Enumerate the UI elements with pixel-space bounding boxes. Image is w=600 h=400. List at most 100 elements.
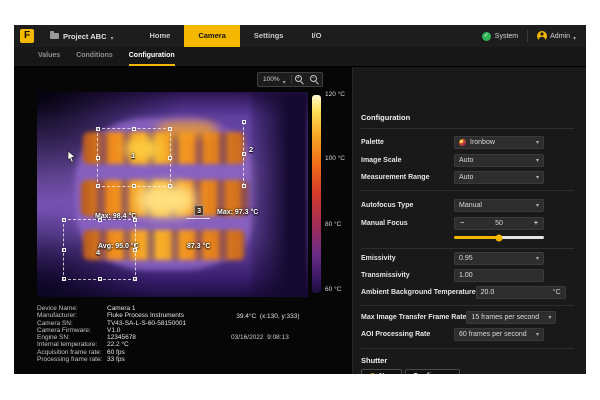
configuration-panel: Configuration Palette Ironbow Image Scal… [352, 67, 586, 374]
device-info-value: 33 fps [107, 356, 125, 363]
row-manual-focus: Manual Focus − 50 + [361, 216, 544, 230]
roi-handle[interactable] [98, 277, 102, 281]
folder-icon [50, 33, 59, 39]
colorbar-label-60: 60 °C [325, 286, 341, 293]
nav-tab-home[interactable]: Home [136, 25, 185, 47]
manual-focus-label: Manual Focus [361, 220, 408, 227]
roi-handle[interactable] [132, 184, 136, 188]
max-frame-rate-label: Max Image Transfer Frame Rate [361, 314, 466, 321]
autofocus-type-label: Autofocus Type [361, 202, 413, 209]
manual-focus-slider[interactable] [454, 236, 544, 239]
roi-handle[interactable] [62, 248, 66, 252]
roi-handle[interactable] [62, 218, 66, 222]
chevron-down-icon [110, 27, 113, 45]
roi-handle[interactable] [98, 218, 102, 222]
colorbar-label-100: 100 °C [325, 155, 345, 162]
roi-handle[interactable] [133, 277, 137, 281]
aoi-processing-rate-select[interactable]: 60 frames per second [454, 328, 544, 341]
row-measurement-range: Measurement Range Auto [361, 170, 544, 184]
zoom-level-select[interactable]: 100% [258, 73, 291, 86]
chevron-down-icon [548, 314, 551, 321]
roi-3-number[interactable]: 3 [194, 205, 204, 216]
row-image-scale: Image Scale Auto [361, 153, 544, 167]
nav-tab-io[interactable]: I/O [297, 25, 335, 47]
fluke-logo: F [20, 29, 34, 43]
shutter-configure-button[interactable]: Configure... [405, 369, 460, 374]
cursor-pointer-icon [67, 150, 76, 163]
user-name: Admin [550, 33, 570, 40]
device-info-label: Internal temperature: [37, 341, 107, 348]
nav-tab-camera[interactable]: Camera [184, 25, 240, 47]
zoom-in-button[interactable]: + [292, 73, 307, 86]
cursor-temperature: 39.4°C (x:130, y:333) [236, 313, 299, 320]
emissivity-select[interactable]: 0.95 [454, 252, 544, 265]
autofocus-type-select[interactable]: Manual [454, 199, 544, 212]
subtab-conditions[interactable]: Conditions [76, 47, 113, 66]
emissivity-label: Emissivity [361, 255, 396, 262]
palette-select[interactable]: Ironbow [454, 136, 544, 149]
panel-divider [361, 305, 574, 306]
measurement-range-value: Auto [459, 174, 473, 181]
roi-handle[interactable] [168, 127, 172, 131]
roi-handle[interactable] [96, 127, 100, 131]
project-selector[interactable]: Project ABC [44, 25, 120, 47]
roi-3-stats: 87.3 °C [187, 222, 210, 272]
roi-2-max: Max: 97.3 °C [217, 208, 258, 218]
manual-focus-stepper[interactable]: − 50 + [454, 217, 544, 230]
row-palette: Palette Ironbow [361, 135, 544, 149]
image-scale-select[interactable]: Auto [454, 154, 544, 167]
image-timestamp: 03/16/2022 9:08:13 [231, 334, 349, 341]
device-info-row: Device Name: Camera 1 [37, 305, 217, 312]
user-menu[interactable]: Admin [537, 27, 576, 45]
row-emissivity: Emissivity 0.95 [361, 251, 544, 265]
device-info-row: Processing frame rate: 33 fps [37, 356, 217, 363]
slider-thumb[interactable] [496, 234, 503, 241]
chevron-down-icon [536, 331, 539, 338]
subtab-configuration[interactable]: Configuration [129, 47, 175, 66]
nav-tab-settings[interactable]: Settings [240, 25, 298, 47]
system-status[interactable]: System [482, 32, 518, 41]
palette-label: Palette [361, 139, 384, 146]
max-frame-rate-select[interactable]: 15 frames per second [466, 311, 556, 324]
system-label: System [495, 33, 518, 40]
chevron-down-icon [536, 255, 539, 262]
device-info-value: TV43-SA-L-S-60-58150001 [107, 320, 186, 327]
roi-handle[interactable] [133, 218, 137, 222]
device-info-label: Engine SN: [37, 334, 107, 341]
magnifier-minus-icon: − [310, 75, 319, 84]
max-frame-rate-value: 15 frames per second [471, 314, 539, 321]
row-ambient-temperature: Ambient Background Temperature 20.0 °C [361, 285, 544, 299]
roi-3-value: 87.3 °C [187, 242, 210, 252]
transmissivity-input[interactable]: 1.00 [454, 269, 544, 282]
roi-region-1[interactable]: 1 [97, 128, 171, 187]
roi-handle[interactable] [62, 277, 66, 281]
cursor-readout: 39.4°C (x:130, y:333) 03/16/2022 9:08:13 [229, 306, 349, 355]
palette-swatch-icon [459, 139, 466, 146]
measurement-range-select[interactable]: Auto [454, 171, 544, 184]
ambient-temperature-input[interactable]: 20.0 °C [476, 286, 566, 299]
user-avatar-icon [537, 31, 547, 41]
subtab-values[interactable]: Values [38, 47, 60, 66]
aoi-processing-rate-label: AOI Processing Rate [361, 331, 430, 338]
roi-handle[interactable] [132, 127, 136, 131]
roi-handle[interactable] [168, 184, 172, 188]
roi-handle[interactable] [242, 152, 246, 156]
roi-handle[interactable] [242, 120, 246, 124]
roi-handle[interactable] [168, 156, 172, 160]
roi-handle[interactable] [96, 184, 100, 188]
zoom-out-button[interactable]: − [307, 73, 322, 86]
thermal-hotspot [137, 184, 195, 216]
stepper-plus-button[interactable]: + [534, 220, 538, 227]
colorbar-label-80: 80 °C [325, 221, 341, 228]
roi-handle[interactable] [96, 156, 100, 160]
roi-handle[interactable] [133, 248, 137, 252]
device-info-label: Device Name: [37, 305, 107, 312]
thermal-image[interactable]: 1 Max: 98.4 °C Avg: 95.0 °C 2 Max: 97.3 … [37, 92, 308, 297]
main-nav: Home Camera Settings I/O [136, 25, 336, 47]
ambient-temperature-unit: °C [553, 289, 561, 296]
panel-divider [361, 248, 574, 249]
roi-region-4[interactable]: 4 [63, 219, 136, 280]
shutter-now-button[interactable]: Now [361, 369, 402, 374]
device-info-value: 60 fps [107, 349, 125, 356]
roi-region-2[interactable] [243, 122, 244, 186]
